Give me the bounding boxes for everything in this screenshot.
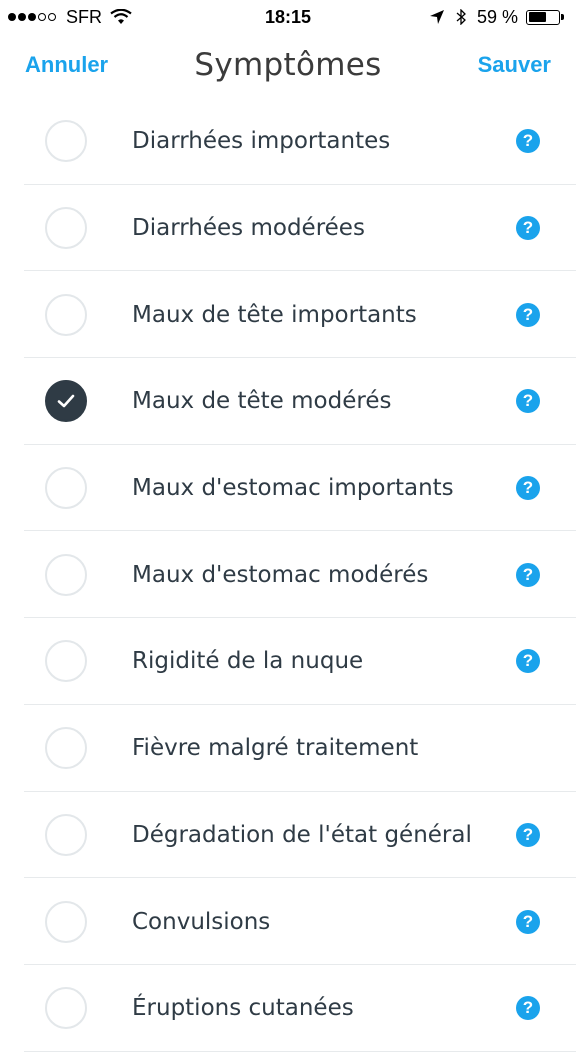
symptom-row[interactable]: Maux de tête modérés? (0, 358, 576, 445)
checkbox-empty-icon[interactable] (45, 207, 87, 250)
symptom-row[interactable]: Éruptions cutanées? (0, 965, 576, 1052)
save-button[interactable]: Sauver (478, 52, 551, 78)
symptom-label: Maux de tête modérés (132, 388, 392, 415)
help-icon[interactable]: ? (516, 129, 540, 154)
battery-icon (526, 9, 564, 25)
checkbox-empty-icon[interactable] (45, 813, 87, 856)
checkbox-empty-icon[interactable] (45, 987, 87, 1030)
navigation-bar: Annuler Symptômes Sauver (0, 34, 576, 96)
help-icon[interactable]: ? (516, 302, 540, 327)
checkbox-empty-icon[interactable] (45, 553, 87, 596)
help-icon[interactable]: ? (516, 476, 540, 501)
help-icon[interactable]: ? (516, 562, 540, 587)
checkbox-checked-icon[interactable] (45, 380, 87, 423)
cancel-button[interactable]: Annuler (25, 52, 108, 78)
symptom-label: Diarrhées importantes (132, 128, 391, 155)
checkbox-empty-icon[interactable] (45, 900, 87, 943)
symptom-row[interactable]: Maux de tête importants? (0, 271, 576, 358)
checkbox-empty-icon[interactable] (45, 467, 87, 510)
symptom-label: Maux d'estomac importants (132, 475, 454, 502)
signal-strength-icon (8, 13, 56, 21)
symptom-label: Éruptions cutanées (132, 995, 354, 1022)
symptom-row[interactable]: Rigidité de la nuque? (0, 618, 576, 705)
symptom-label: Fièvre malgré traitement (132, 735, 419, 762)
symptom-row[interactable]: Diarrhées modérées? (0, 185, 576, 272)
symptom-row[interactable]: Maux d'estomac importants? (0, 445, 576, 532)
checkbox-empty-icon[interactable] (45, 640, 87, 683)
symptom-row[interactable]: Diarrhées importantes? (0, 98, 576, 185)
checkbox-empty-icon[interactable] (45, 727, 87, 770)
help-icon[interactable]: ? (516, 909, 540, 934)
help-icon[interactable]: ? (516, 216, 540, 241)
help-icon[interactable]: ? (516, 389, 540, 414)
symptom-label: Dégradation de l'état général (132, 821, 472, 848)
status-bar: SFR 18:15 59 % (0, 0, 576, 34)
carrier-name: SFR (66, 6, 102, 27)
help-icon[interactable]: ? (516, 822, 540, 847)
bluetooth-icon (456, 9, 466, 25)
location-arrow-icon (429, 10, 444, 24)
symptom-label: Convulsions (132, 908, 271, 935)
checkbox-empty-icon[interactable] (45, 120, 87, 163)
symptom-row[interactable]: Fièvre malgré traitement (0, 705, 576, 792)
symptom-label: Diarrhées modérées (132, 215, 365, 242)
symptom-list: Diarrhées importantes? Diarrhées modérées… (0, 98, 576, 1052)
symptom-row[interactable]: Maux d'estomac modérés? (0, 531, 576, 618)
help-icon[interactable]: ? (516, 649, 540, 674)
status-right: 59 % (429, 7, 576, 28)
status-left: SFR (0, 7, 132, 28)
checkmark-icon (57, 395, 75, 408)
symptom-row[interactable]: Convulsions? (0, 878, 576, 965)
help-icon[interactable]: ? (516, 996, 540, 1021)
battery-percentage: 59 % (476, 6, 518, 27)
wifi-icon (110, 9, 132, 24)
symptom-label: Maux de tête importants (132, 301, 417, 328)
symptom-row[interactable]: Dégradation de l'état général? (0, 792, 576, 879)
symptom-label: Maux d'estomac modérés (132, 561, 429, 588)
symptom-label: Rigidité de la nuque (132, 648, 364, 675)
checkbox-empty-icon[interactable] (45, 293, 87, 336)
